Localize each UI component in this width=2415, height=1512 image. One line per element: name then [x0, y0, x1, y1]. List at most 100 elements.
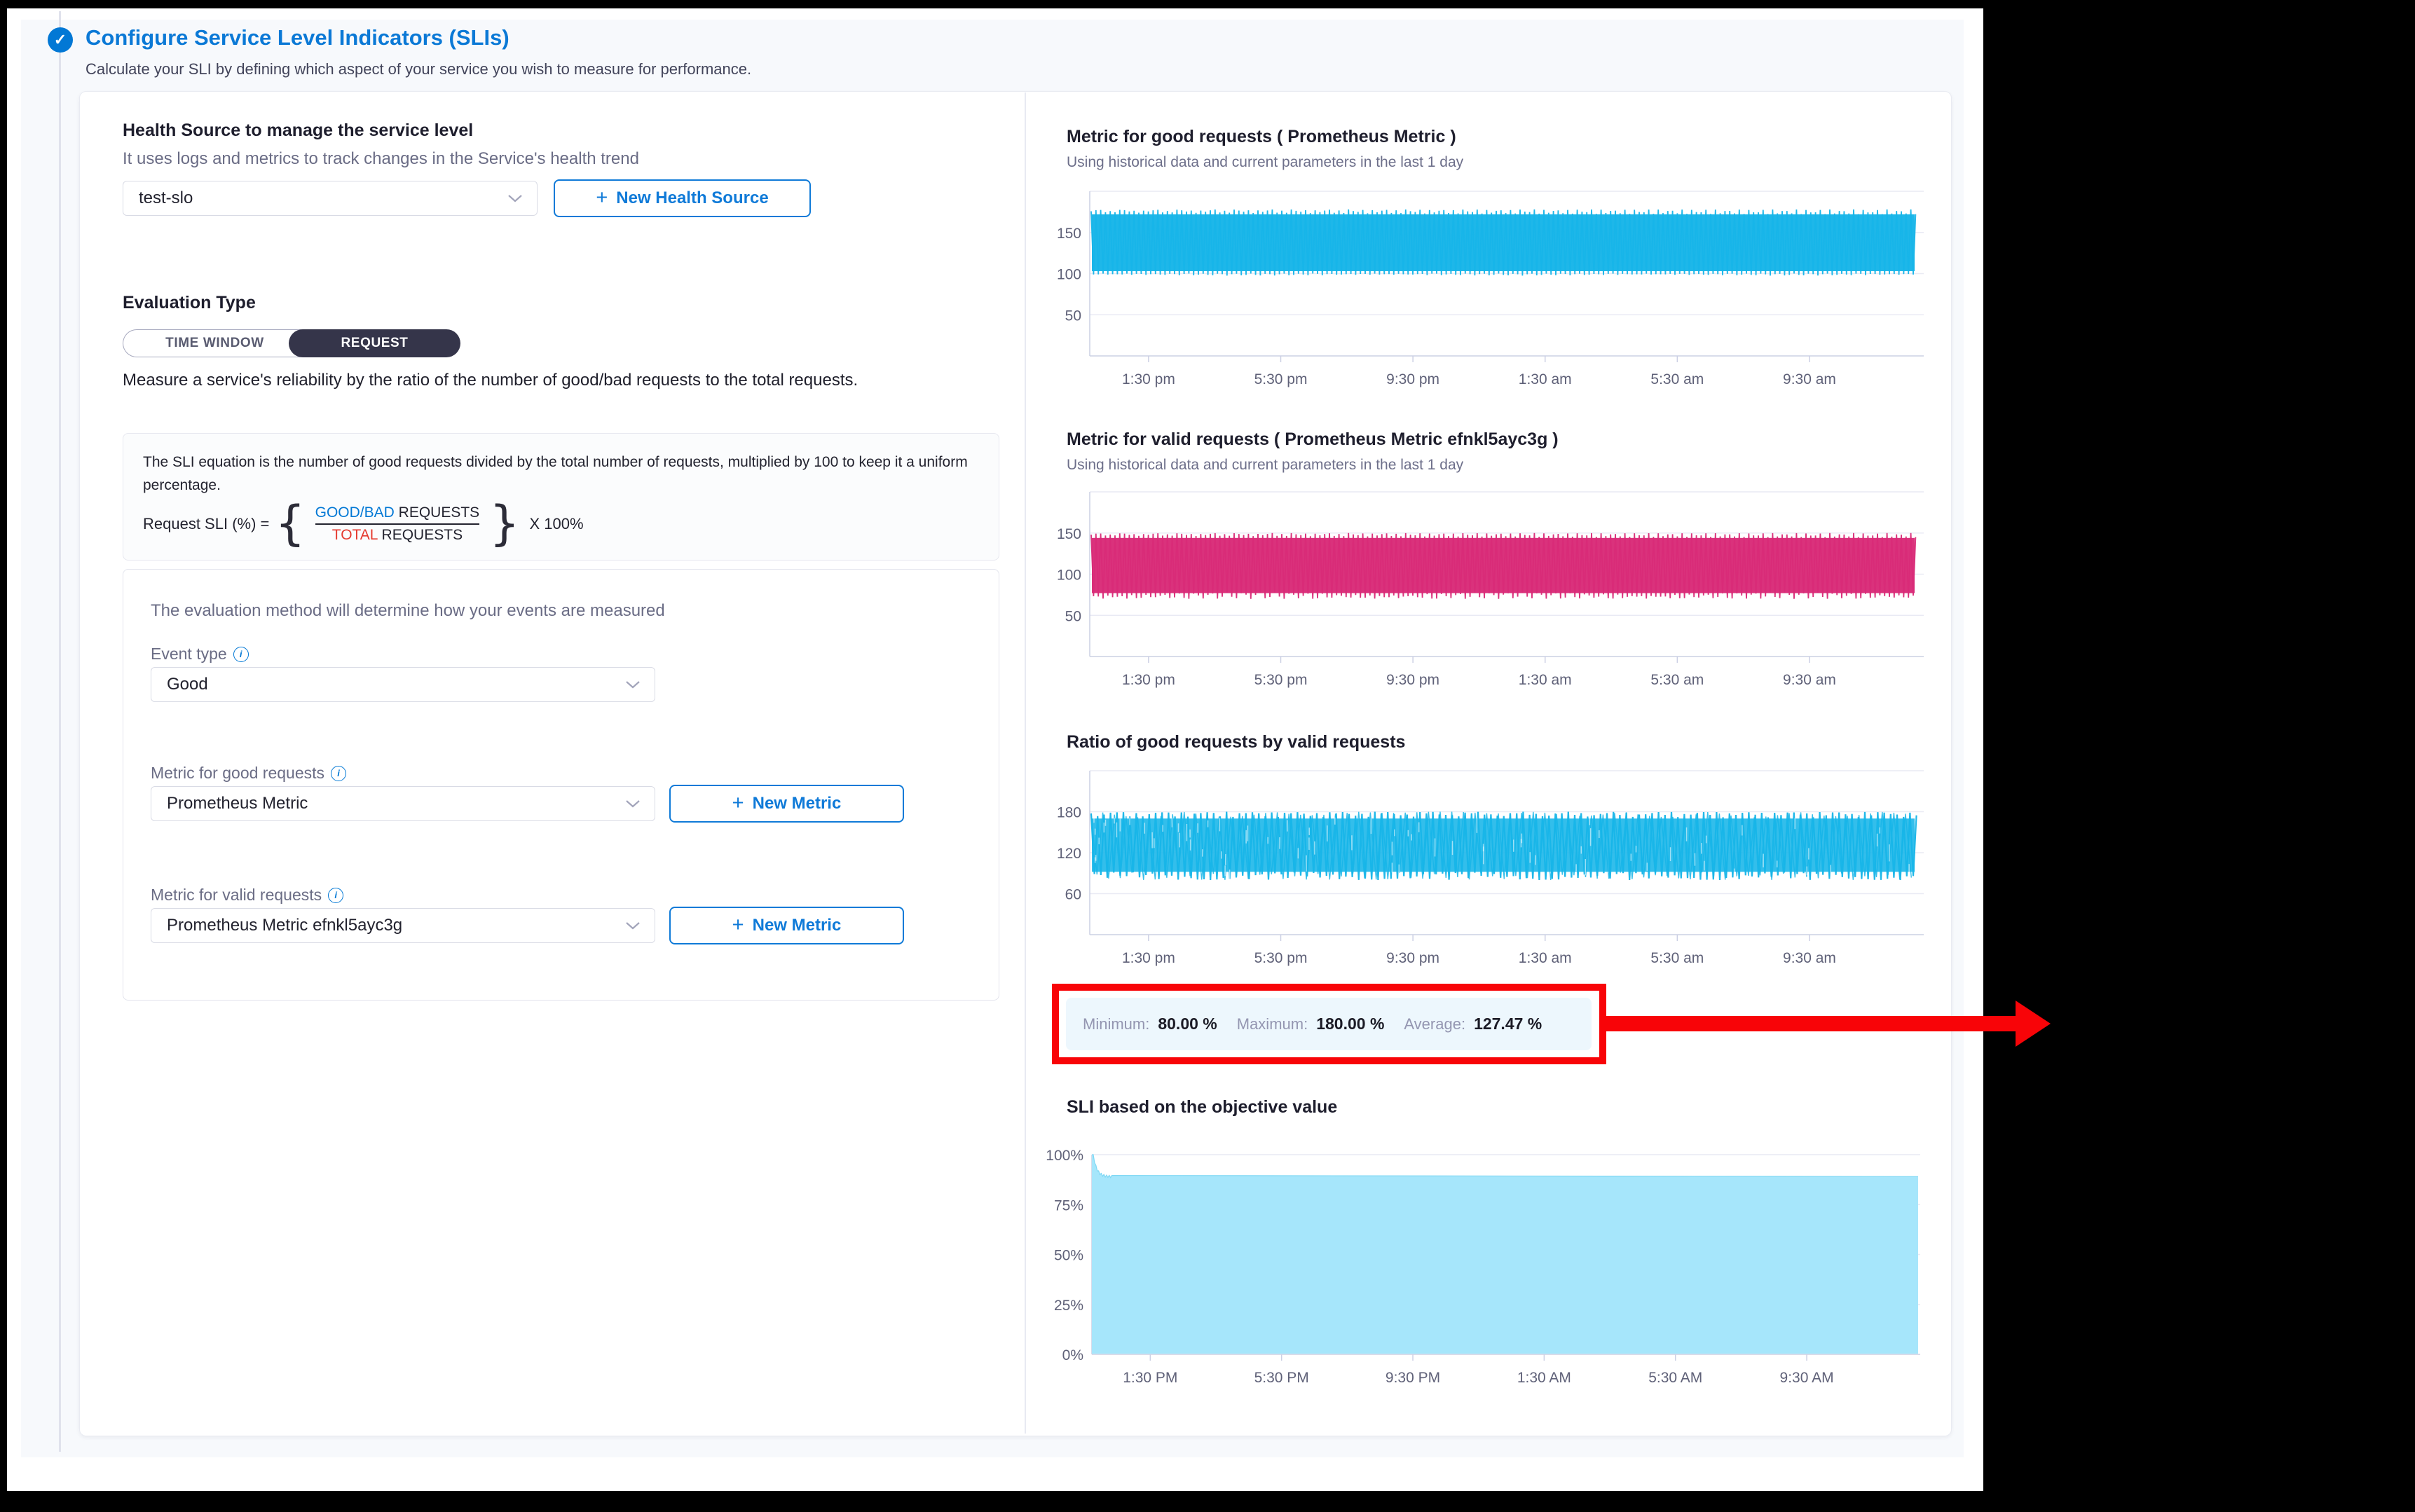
svg-text:50: 50 [1065, 308, 1081, 324]
health-source-select[interactable]: test-slo [123, 181, 538, 216]
svg-text:100: 100 [1057, 568, 1081, 584]
chart-good-title: Metric for good requests ( Prometheus Me… [1067, 127, 1456, 147]
info-icon[interactable]: i [331, 766, 346, 781]
svg-text:1:30 pm: 1:30 pm [1122, 950, 1175, 966]
svg-text:9:30 am: 9:30 am [1783, 371, 1836, 387]
plus-icon: + [596, 188, 608, 208]
page-subtitle: Calculate your SLI by defining which asp… [85, 60, 751, 78]
svg-text:0%: 0% [1062, 1347, 1083, 1363]
equation-explanation: The SLI equation is the number of good r… [143, 451, 979, 497]
svg-text:9:30 pm: 9:30 pm [1386, 950, 1439, 966]
metric-good-label-text: Metric for good requests [151, 764, 324, 783]
evaluation-method-hint: The evaluation method will determine how… [151, 601, 665, 621]
info-icon[interactable]: i [233, 647, 249, 662]
metric-valid-select[interactable]: Prometheus Metric efnkl5ayc3g [151, 908, 655, 943]
chart-good-subtitle: Using historical data and current parame… [1067, 154, 1463, 171]
svg-text:9:30 PM: 9:30 PM [1386, 1370, 1440, 1386]
new-metric-valid-button[interactable]: + New Metric [669, 907, 904, 944]
toggle-request[interactable]: REQUEST [289, 329, 460, 357]
svg-text:180: 180 [1057, 805, 1081, 821]
chart-good-plot[interactable]: 501001501:30 pm5:30 pm9:30 pm1:30 am5:30… [1090, 191, 1924, 356]
equation-denominator-rest: REQUESTS [378, 527, 463, 543]
equation-open-brace: { [275, 502, 305, 545]
svg-text:75%: 75% [1054, 1197, 1083, 1214]
metric-valid-label: Metric for valid requests i [151, 886, 343, 905]
evaluation-type-label: Evaluation Type [123, 293, 256, 313]
chart-valid-title: Metric for valid requests ( Prometheus M… [1067, 429, 1559, 450]
svg-text:150: 150 [1057, 526, 1081, 542]
svg-text:100: 100 [1057, 267, 1081, 283]
evaluation-type-toggle: TIME WINDOW REQUEST [123, 329, 460, 357]
health-source-select-value: test-slo [139, 188, 193, 208]
svg-text:25%: 25% [1054, 1298, 1083, 1314]
metric-good-select[interactable]: Prometheus Metric [151, 786, 655, 821]
svg-text:5:30 PM: 5:30 PM [1254, 1370, 1309, 1386]
svg-text:1:30 pm: 1:30 pm [1122, 371, 1175, 387]
svg-text:5:30 AM: 5:30 AM [1648, 1370, 1702, 1386]
metric-valid-label-text: Metric for valid requests [151, 886, 322, 905]
info-icon[interactable]: i [328, 888, 343, 903]
equation-numerator-rest: REQUESTS [395, 504, 479, 521]
chart-sli-title: SLI based on the objective value [1067, 1097, 1337, 1118]
sli-equation-box: The SLI equation is the number of good r… [123, 433, 999, 561]
svg-text:150: 150 [1057, 226, 1081, 242]
chevron-down-icon [625, 680, 641, 689]
svg-text:1:30 PM: 1:30 PM [1123, 1370, 1177, 1386]
chart-valid-plot[interactable]: 501001501:30 pm5:30 pm9:30 pm1:30 am5:30… [1090, 492, 1924, 657]
svg-text:5:30 pm: 5:30 pm [1254, 371, 1308, 387]
svg-text:1:30 am: 1:30 am [1519, 950, 1572, 966]
svg-text:5:30 am: 5:30 am [1650, 371, 1704, 387]
metric-valid-value: Prometheus Metric efnkl5ayc3g [167, 916, 402, 935]
toggle-time-window[interactable]: TIME WINDOW [123, 329, 306, 357]
chart-ratio-title: Ratio of good requests by valid requests [1067, 732, 1405, 752]
stepper-connector-line [59, 11, 61, 1452]
svg-text:100%: 100% [1046, 1148, 1083, 1164]
svg-text:9:30 pm: 9:30 pm [1386, 371, 1439, 387]
column-divider [1025, 92, 1026, 1434]
svg-text:60: 60 [1065, 887, 1081, 903]
event-type-label-text: Event type [151, 645, 227, 664]
chart-sli-plot[interactable]: 0%25%50%75%100%1:30 PM5:30 PM9:30 PM1:30… [1092, 1155, 1920, 1354]
svg-text:9:30 AM: 9:30 AM [1780, 1370, 1834, 1386]
svg-text:120: 120 [1057, 846, 1081, 862]
svg-text:1:30 pm: 1:30 pm [1122, 672, 1175, 688]
svg-text:50%: 50% [1054, 1248, 1083, 1264]
request-description: Measure a service's reliability by the r… [123, 367, 964, 394]
svg-text:5:30 pm: 5:30 pm [1254, 672, 1308, 688]
health-source-label: Health Source to manage the service leve… [123, 121, 473, 141]
chevron-down-icon [507, 194, 523, 202]
svg-text:5:30 am: 5:30 am [1650, 672, 1704, 688]
equation-fraction: GOOD/BAD REQUESTS TOTAL REQUESTS [311, 504, 484, 544]
event-type-label: Event type i [151, 645, 249, 664]
svg-text:50: 50 [1065, 608, 1081, 624]
health-source-hint: It uses logs and metrics to track change… [123, 149, 639, 169]
new-metric-valid-label: New Metric [753, 916, 842, 935]
plus-icon: + [732, 793, 744, 813]
event-type-value: Good [167, 675, 208, 694]
chevron-down-icon [625, 799, 641, 808]
svg-text:1:30 am: 1:30 am [1519, 371, 1572, 387]
equation-prefix: Request SLI (%) = [143, 515, 269, 533]
svg-text:5:30 pm: 5:30 pm [1254, 950, 1308, 966]
annotation-highlight-box [1052, 984, 1606, 1064]
metric-good-value: Prometheus Metric [167, 794, 308, 813]
chart-ratio-plot[interactable]: 601201801:30 pm5:30 pm9:30 pm1:30 am5:30… [1090, 771, 1924, 935]
equation-suffix: X 100% [529, 515, 583, 533]
svg-text:1:30 am: 1:30 am [1519, 672, 1572, 688]
metric-good-label: Metric for good requests i [151, 764, 346, 783]
chart-valid-subtitle: Using historical data and current parame… [1067, 457, 1463, 474]
equation-denominator-highlight: TOTAL [332, 527, 378, 543]
svg-text:9:30 am: 9:30 am [1783, 672, 1836, 688]
svg-text:1:30 AM: 1:30 AM [1517, 1370, 1571, 1386]
equation-close-brace: } [489, 502, 519, 545]
new-metric-good-button[interactable]: + New Metric [669, 785, 904, 823]
screenshot-canvas: ✓ Configure Service Level Indicators (SL… [0, 0, 2415, 1512]
event-type-select[interactable]: Good [151, 667, 655, 702]
page-title: Configure Service Level Indicators (SLIs… [85, 25, 509, 50]
svg-text:9:30 am: 9:30 am [1783, 950, 1836, 966]
new-health-source-label: New Health Source [616, 188, 768, 208]
equation-numerator-highlight: GOOD/BAD [315, 504, 395, 521]
plus-icon: + [732, 915, 744, 935]
new-metric-good-label: New Metric [753, 794, 842, 813]
new-health-source-button[interactable]: + New Health Source [554, 179, 811, 217]
